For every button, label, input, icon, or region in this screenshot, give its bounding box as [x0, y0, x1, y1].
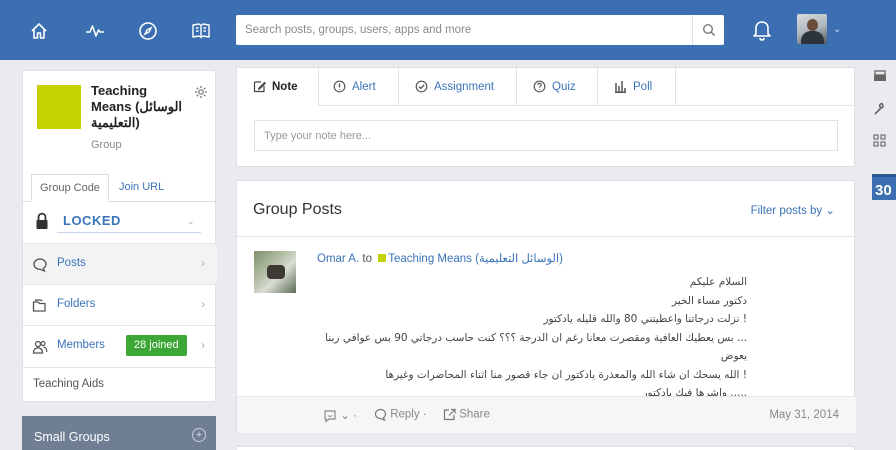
sidebar-item-teaching-aids[interactable]: Teaching Aids	[23, 367, 217, 401]
group-thumbnail[interactable]	[37, 85, 81, 129]
group-settings-gear-icon[interactable]	[194, 85, 208, 99]
calendar-icon[interactable]: 30	[872, 174, 896, 200]
account-menu-chevron-down-icon[interactable]: ⌄	[833, 24, 841, 35]
post-line: ... بس يعطيك العافية ومقصرت معانا رغم ان…	[325, 331, 747, 363]
top-navigation-bar: ⌄	[0, 0, 896, 60]
post-line: ! الله يسحك ان شاء الله والمعذرة يادكتور…	[385, 368, 747, 381]
notifications-bell-icon[interactable]	[751, 18, 773, 42]
poll-icon	[615, 81, 626, 94]
tab-poll[interactable]: Poll	[598, 68, 676, 106]
posts-icon	[32, 257, 48, 273]
group-posts-card: Group Posts Filter posts by ⌄ Omar A. to…	[236, 180, 856, 433]
members-icon	[32, 339, 48, 355]
chevron-right-icon: ›	[201, 338, 205, 352]
tab-label: Alert	[352, 81, 376, 93]
note-icon	[253, 81, 266, 93]
tab-label: Note	[272, 81, 298, 93]
post-to-label: to	[362, 253, 372, 265]
lock-status-select[interactable]: LOCKED ⌄	[57, 209, 201, 233]
group-name[interactable]: Teaching Means (الوسائل التعليمية)	[91, 83, 191, 131]
folder-icon	[32, 298, 48, 314]
composer-tabs: Note Alert Assignment Quiz Poll	[237, 68, 856, 106]
post-header: Omar A. to Teaching Means (الوسائل التعل…	[317, 251, 563, 265]
share-icon	[443, 408, 456, 421]
alert-icon	[333, 81, 346, 93]
post-body: السلام عليكم دكتور مساء الخير ! نزلت درج…	[317, 273, 747, 403]
lock-icon	[35, 212, 49, 230]
add-small-group-plus-icon[interactable]: +	[192, 428, 206, 442]
group-posts-title: Group Posts	[253, 201, 342, 218]
tab-label: Quiz	[552, 81, 576, 93]
search-button[interactable]	[692, 15, 724, 45]
post-author-avatar[interactable]	[254, 251, 296, 293]
reply-button[interactable]: Reply ·	[374, 408, 427, 422]
sidebar-item-label: Teaching Aids	[33, 378, 104, 390]
home-icon[interactable]	[28, 20, 50, 42]
post-group-link[interactable]: Teaching Means (الوسائل التعليمية)	[388, 253, 563, 265]
group-color-square	[378, 254, 387, 262]
filter-posts-label: Filter posts by	[750, 205, 823, 217]
chevron-down-icon: ⌄	[340, 410, 350, 422]
group-lock-control: LOCKED ⌄	[33, 207, 205, 235]
tab-assignment[interactable]: Assignment	[399, 68, 517, 106]
share-label: Share	[459, 408, 490, 421]
quiz-icon	[533, 81, 546, 93]
post-date: May 31, 2014	[769, 409, 839, 421]
small-groups-header[interactable]: Small Groups +	[22, 416, 216, 450]
reply-icon	[374, 408, 387, 422]
post-line: ! نزلت درجاتنا واعطيتني 80 والله قليله ي…	[543, 313, 747, 325]
printer-icon[interactable]	[873, 70, 893, 90]
sidebar-item-label: Posts	[57, 257, 86, 269]
tab-label: Assignment	[434, 81, 495, 93]
post-actions-footer: ⌄ · Reply · Share May 31, 2014	[237, 396, 856, 433]
wrench-icon[interactable]	[873, 102, 893, 122]
lock-status-value: LOCKED	[63, 213, 121, 228]
next-post-card	[236, 446, 855, 450]
small-groups-label: Small Groups	[34, 430, 110, 444]
activity-icon[interactable]	[84, 20, 106, 42]
sidebar-item-folders[interactable]: Folders ›	[23, 284, 217, 325]
tab-label: Poll	[633, 81, 653, 93]
post-line: السلام عليكم	[689, 276, 747, 288]
search-bar	[236, 15, 724, 45]
post-line: دكتور مساء الخير	[672, 294, 747, 307]
filter-posts-dropdown[interactable]: Filter posts by ⌄	[751, 203, 835, 217]
search-input[interactable]	[236, 15, 676, 45]
sidebar-item-label: Members	[57, 339, 105, 351]
calendar-day: 30	[875, 182, 892, 199]
discover-compass-icon[interactable]	[137, 20, 159, 42]
group-type-label: Group	[91, 139, 122, 151]
post-author-link[interactable]: Omar A.	[317, 253, 359, 265]
reaction-button[interactable]: ⌄ ·	[323, 408, 357, 423]
group-code-tabs: Group Code Join URL	[23, 174, 217, 202]
group-info-card: Teaching Means (الوسائل التعليمية) Group…	[22, 70, 217, 402]
search-icon	[702, 23, 715, 37]
chevron-right-icon: ›	[201, 297, 205, 311]
sidebar-item-posts[interactable]: Posts ›	[23, 243, 217, 284]
chevron-down-icon: ⌄	[186, 216, 195, 226]
apps-grid-icon[interactable]	[873, 134, 893, 154]
reply-label: Reply	[390, 408, 420, 421]
chevron-down-icon: ⌄	[825, 205, 835, 217]
sidebar-item-members[interactable]: Members 28 joined ›	[23, 325, 217, 366]
tab-note[interactable]: Note	[237, 68, 319, 106]
share-button[interactable]: Share	[443, 408, 490, 421]
tab-join-url[interactable]: Join URL	[111, 174, 172, 202]
user-avatar[interactable]	[797, 14, 827, 44]
tab-quiz[interactable]: Quiz	[517, 68, 598, 106]
tab-group-code[interactable]: Group Code	[31, 174, 109, 202]
reaction-smile-icon	[324, 410, 336, 423]
chevron-right-icon: ›	[201, 256, 205, 270]
note-text-input[interactable]	[254, 120, 838, 151]
tab-alert[interactable]: Alert	[319, 68, 399, 106]
assignment-icon	[415, 81, 428, 93]
sidebar-item-label: Folders	[57, 298, 96, 310]
members-joined-badge[interactable]: 28 joined	[126, 335, 187, 356]
post-composer: Note Alert Assignment Quiz Poll	[236, 67, 856, 167]
backpack-book-icon[interactable]	[190, 20, 212, 42]
